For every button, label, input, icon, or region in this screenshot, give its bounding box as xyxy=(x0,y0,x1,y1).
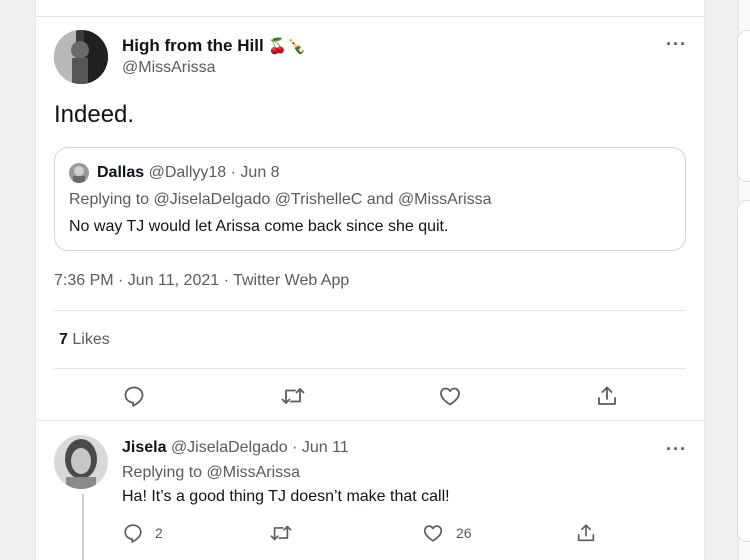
avatar[interactable] xyxy=(54,30,108,84)
like-button[interactable] xyxy=(438,384,462,408)
column-top-divider xyxy=(36,0,704,17)
likes-number: 7 xyxy=(59,331,68,348)
reply-count: 2 xyxy=(155,525,163,541)
retweet-icon xyxy=(270,525,292,541)
divider xyxy=(54,368,686,369)
like-icon xyxy=(423,525,443,542)
more-options-button[interactable]: ··· xyxy=(666,34,687,55)
reply-button[interactable] xyxy=(122,384,146,408)
author-name[interactable]: High from the Hill 🍒🍾 xyxy=(122,36,306,56)
like-count: 26 xyxy=(456,525,472,541)
quoted-replying-to: Replying to @JiselaDelgado @TrishelleC a… xyxy=(69,191,492,208)
like-icon xyxy=(440,387,460,406)
reply-share-button[interactable] xyxy=(575,522,597,544)
reply-header: Jisela @JiselaDelgado · Jun 11 xyxy=(122,439,349,457)
reply-reply-button[interactable] xyxy=(122,522,144,544)
tweet-column: High from the Hill 🍒🍾 @MissArissa ··· In… xyxy=(35,0,705,560)
thread-line xyxy=(82,494,84,560)
quoted-meta: @Dallyy18 · Jun 8 xyxy=(148,164,280,181)
likes-label: Likes xyxy=(72,331,110,348)
quoted-header: Dallas @Dallyy18 · Jun 8 xyxy=(97,164,280,182)
divider xyxy=(54,310,686,311)
reply-icon xyxy=(124,524,142,543)
reply-author-name[interactable]: Jisela xyxy=(122,439,166,456)
quoted-name: Dallas xyxy=(97,164,145,181)
author-handle[interactable]: @MissArissa xyxy=(122,59,216,77)
retweet-icon xyxy=(281,388,305,404)
share-button[interactable] xyxy=(595,384,619,408)
retweet-button[interactable] xyxy=(280,384,306,408)
sidebar-card xyxy=(737,200,750,542)
reply-retweet-button[interactable] xyxy=(269,522,293,544)
reply-meta[interactable]: @JiselaDelgado · Jun 11 xyxy=(171,439,349,456)
likes-count-link[interactable]: 7 Likes xyxy=(59,331,110,349)
cherries-icon: 🍒 xyxy=(268,38,288,55)
share-icon xyxy=(598,386,616,405)
reply-icon xyxy=(124,386,144,407)
tweet-timestamp[interactable]: 7:36 PM · Jun 11, 2021 · Twitter Web App xyxy=(54,272,349,290)
share-icon xyxy=(577,524,595,542)
sidebar-card xyxy=(737,30,750,182)
reply-more-options-button[interactable]: ··· xyxy=(666,439,687,460)
reply-replying-to[interactable]: Replying to @MissArissa xyxy=(122,464,300,482)
quoted-tweet[interactable]: Dallas @Dallyy18 · Jun 8 Replying to @Ji… xyxy=(54,147,686,251)
reply-text: Ha! It’s a good thing TJ doesn’t make th… xyxy=(122,488,450,505)
quoted-text: No way TJ would let Arissa come back sin… xyxy=(69,218,449,235)
champagne-icon: 🍾 xyxy=(287,38,306,55)
avatar xyxy=(69,163,89,183)
divider xyxy=(36,420,704,421)
avatar[interactable] xyxy=(54,435,108,489)
tweet-text: Indeed. xyxy=(54,101,135,128)
reply-like-button[interactable] xyxy=(422,522,444,544)
